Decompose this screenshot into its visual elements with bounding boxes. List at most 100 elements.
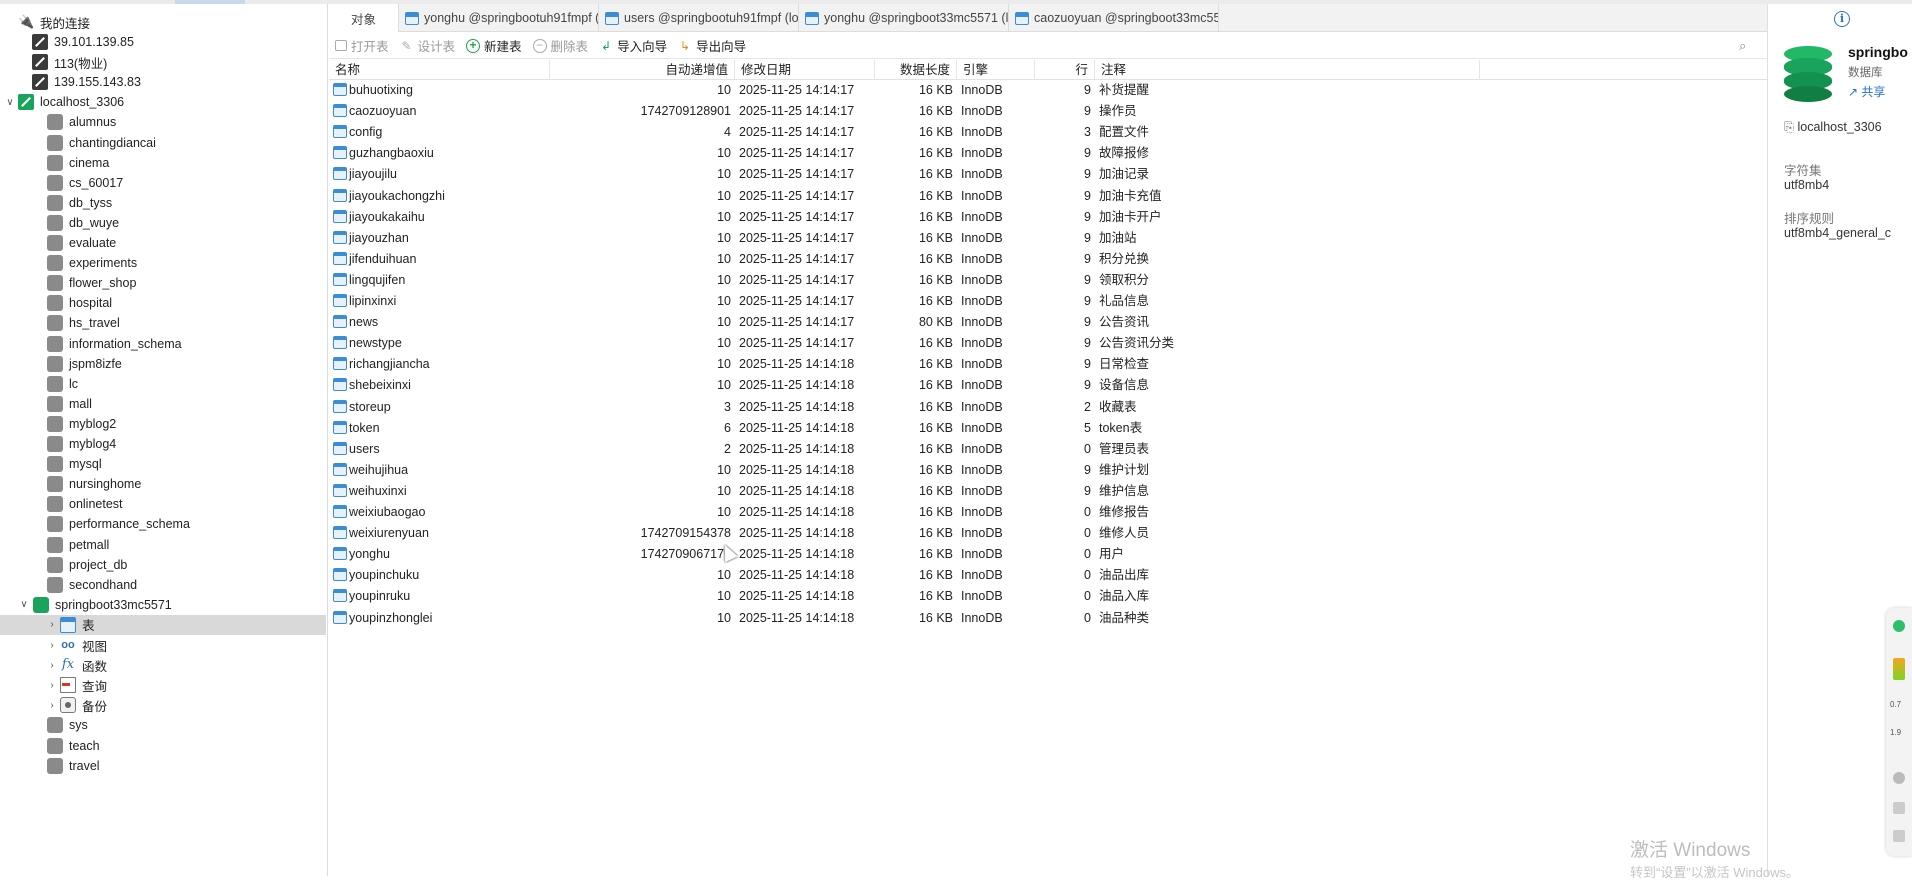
sidebar-item-project-db[interactable]: project_db <box>0 555 326 575</box>
table-row[interactable]: yonghu 1742709067179 2025-11-25 14:14:18 16… <box>329 544 1767 565</box>
table-row[interactable]: youpinruku 10 2025-11-25 14:14:18 16 KB Inno… <box>329 586 1767 607</box>
chevron-right-icon[interactable]: › <box>46 655 58 675</box>
table-cell: 2025-11-25 14:14:18 <box>739 505 855 519</box>
swirl-icon[interactable] <box>1893 772 1905 784</box>
share-link[interactable]: ↗ 共享 <box>1848 83 1885 100</box>
sidebar-item-hospital[interactable]: hospital <box>0 293 326 313</box>
sidebar-item--[interactable]: › 备份 <box>0 695 326 715</box>
table-row[interactable]: users 2 2025-11-25 14:14:18 16 KB InnoDB 0 管理员… <box>329 439 1767 460</box>
table-row[interactable]: newstype 10 2025-11-25 14:14:17 16 KB InnoDB… <box>329 333 1767 354</box>
table-row[interactable]: jiayoujilu 10 2025-11-25 14:14:17 16 KB Inno… <box>329 164 1767 185</box>
sidebar-item-myblog2[interactable]: myblog2 <box>0 414 326 434</box>
sidebar-item--[interactable]: › oo 视图 <box>0 635 326 655</box>
import-wizard-button[interactable]: ↲ 导入向导 <box>599 36 667 55</box>
column-header-4[interactable]: 引擎 <box>957 60 1035 80</box>
sidebar-item-db-tyss[interactable]: db_tyss <box>0 193 326 213</box>
table-cell: InnoDB <box>961 610 1003 625</box>
sidebar-item-39-101-139-85[interactable]: 39.101.139.85 <box>0 32 326 52</box>
delete-table-button[interactable]: − 删除表 <box>532 36 588 55</box>
floating-monitor-bar[interactable]: 0.7 1.9 <box>1886 608 1912 856</box>
sidebar-item-flower-shop[interactable]: flower_shop <box>0 273 326 293</box>
sidebar-item-localhost-3306[interactable]: ∨ localhost_3306 <box>0 92 326 112</box>
chevron-right-icon[interactable]: › <box>46 675 58 695</box>
sidebar-item-myblog4[interactable]: myblog4 <box>0 434 326 454</box>
sidebar-item-139-155-143-83[interactable]: 139.155.143.83 <box>0 72 326 92</box>
sidebar-item-springboot33mc5571[interactable]: ∨ springboot33mc5571 <box>0 595 326 615</box>
sidebar-item-mall[interactable]: mall <box>0 394 326 414</box>
table-row[interactable]: storeup 3 2025-11-25 14:14:18 16 KB InnoDB 2 收… <box>329 397 1767 418</box>
table-row[interactable]: jiayoukachongzhi 10 2025-11-25 14:14:17 16 … <box>329 186 1767 207</box>
open-table-button[interactable]: 打开表 <box>335 36 389 55</box>
sidebar-item-cs-60017[interactable]: cs_60017 <box>0 173 326 193</box>
table-row[interactable]: token 6 2025-11-25 14:14:18 16 KB InnoDB 5 tok… <box>329 418 1767 439</box>
sidebar-item-chantingdiancai[interactable]: chantingdiancai <box>0 133 326 153</box>
search-icon[interactable]: ⌕ <box>1739 38 1755 54</box>
chevron-down-icon[interactable]: ∨ <box>4 92 16 112</box>
database-icon <box>47 154 63 171</box>
sidebar-item--[interactable]: › 查询 <box>0 675 326 695</box>
sidebar-item-information-schema[interactable]: information_schema <box>0 334 326 354</box>
column-header-3[interactable]: 数据长度 <box>875 60 957 80</box>
sidebar-item-sys[interactable]: sys <box>0 715 326 735</box>
table-row[interactable]: shebeixinxi 10 2025-11-25 14:14:18 16 KB Inn… <box>329 375 1767 396</box>
sidebar-item-onlinetest[interactable]: onlinetest <box>0 494 326 514</box>
table-row[interactable]: weixiurenyuan 1742709154378 2025-11-25 14:… <box>329 523 1767 544</box>
table-row[interactable]: lingqujifen 10 2025-11-25 14:14:17 16 KB Inn… <box>329 270 1767 291</box>
sidebar-item-travel[interactable]: travel <box>0 756 326 776</box>
screenshot-icon[interactable] <box>1893 802 1905 814</box>
search-tool-icon[interactable] <box>1893 830 1905 842</box>
column-header-6[interactable]: 注释 <box>1095 60 1480 80</box>
column-header-1[interactable]: 自动递增值 <box>550 60 735 80</box>
chevron-down-icon[interactable]: ∨ <box>18 595 30 615</box>
sidebar-item-113-[interactable]: 113(物业) <box>0 52 326 72</box>
new-table-button[interactable]: + 新建表 <box>466 36 522 55</box>
sidebar-item-hs-travel[interactable]: hs_travel <box>0 313 326 333</box>
table-row[interactable]: richangjiancha 10 2025-11-25 14:14:18 16 KB… <box>329 354 1767 375</box>
table-row[interactable]: buhuotixing 10 2025-11-25 14:14:17 16 KB Inn… <box>329 80 1767 101</box>
table-row[interactable]: youpinzhonglei 10 2025-11-25 14:14:18 16 KB… <box>329 608 1767 629</box>
tree-root-connections[interactable]: 🔌 我的连接 <box>0 12 326 32</box>
table-row[interactable]: jiayouzhan 10 2025-11-25 14:14:17 16 KB Inno… <box>329 228 1767 249</box>
info-icon[interactable]: i <box>1834 11 1850 27</box>
table-row[interactable]: caozuoyuan 1742709128901 2025-11-25 14:14:… <box>329 101 1767 122</box>
table-row[interactable]: jifenduihuan 10 2025-11-25 14:14:17 16 KB In… <box>329 249 1767 270</box>
sidebar-item-mysql[interactable]: mysql <box>0 454 326 474</box>
tab-0[interactable]: 对象 <box>329 4 400 32</box>
sidebar-item--[interactable]: › fx 函数 <box>0 655 326 675</box>
table-row[interactable]: lipinxinxi 10 2025-11-25 14:14:17 16 KB Inno… <box>329 291 1767 312</box>
sidebar-item-cinema[interactable]: cinema <box>0 153 326 173</box>
tab-4[interactable]: caozuoyuan @springboot33mc5571 ... <box>1009 4 1220 32</box>
tab-1[interactable]: yonghu @springbootuh91fmpf (loca... <box>399 4 600 32</box>
sidebar-item-nursinghome[interactable]: nursinghome <box>0 474 326 494</box>
sidebar-item-petmall[interactable]: petmall <box>0 535 326 555</box>
column-header-0[interactable]: 名称 <box>329 60 550 80</box>
table-row[interactable]: guzhangbaoxiu 10 2025-11-25 14:14:17 16 KB I… <box>329 143 1767 164</box>
chevron-right-icon[interactable]: › <box>46 695 58 715</box>
sidebar-item-lc[interactable]: lc <box>0 374 326 394</box>
table-row[interactable]: config 4 2025-11-25 14:14:17 16 KB InnoDB 3 配置… <box>329 122 1767 143</box>
chevron-right-icon[interactable]: › <box>46 635 58 655</box>
table-row[interactable]: weihuxinxi 10 2025-11-25 14:14:18 16 KB Inno… <box>329 481 1767 502</box>
table-row[interactable]: news 10 2025-11-25 14:14:17 80 KB InnoDB 9 公告资… <box>329 312 1767 333</box>
design-table-button[interactable]: ✎ 设计表 <box>400 36 455 55</box>
table-row[interactable]: jiayoukakaihu 10 2025-11-25 14:14:17 16 KB I… <box>329 207 1767 228</box>
column-header-5[interactable]: 行 <box>1035 60 1095 80</box>
activation-watermark-title: 激活 Windows <box>1630 840 1751 861</box>
sidebar-item-alumnus[interactable]: alumnus <box>0 112 326 132</box>
sidebar-item-performance-schema[interactable]: performance_schema <box>0 514 326 534</box>
sidebar-item-evaluate[interactable]: evaluate <box>0 233 326 253</box>
tab-2[interactable]: users @springbootuh91fmpf (localh... <box>599 4 800 32</box>
tab-3[interactable]: yonghu @springboot33mc5571 (loc... <box>799 4 1010 32</box>
sidebar-item-teach[interactable]: teach <box>0 736 326 756</box>
table-row[interactable]: youpinchuku 10 2025-11-25 14:14:18 16 KB Inn… <box>329 565 1767 586</box>
table-row[interactable]: weihujihua 10 2025-11-25 14:14:18 16 KB Inno… <box>329 460 1767 481</box>
sidebar-item--[interactable]: › 表 <box>0 614 326 635</box>
sidebar-item-db-wuye[interactable]: db_wuye <box>0 213 326 233</box>
export-wizard-button[interactable]: ↳ 导出向导 <box>678 36 746 55</box>
column-header-2[interactable]: 修改日期 <box>735 60 875 80</box>
sidebar-item-jspm8izfe[interactable]: jspm8izfe <box>0 354 326 374</box>
table-row[interactable]: weixiubaogao 10 2025-11-25 14:14:18 16 KB In… <box>329 502 1767 523</box>
sidebar-item-secondhand[interactable]: secondhand <box>0 575 326 595</box>
chevron-right-icon[interactable]: › <box>46 615 58 635</box>
sidebar-item-experiments[interactable]: experiments <box>0 253 326 273</box>
